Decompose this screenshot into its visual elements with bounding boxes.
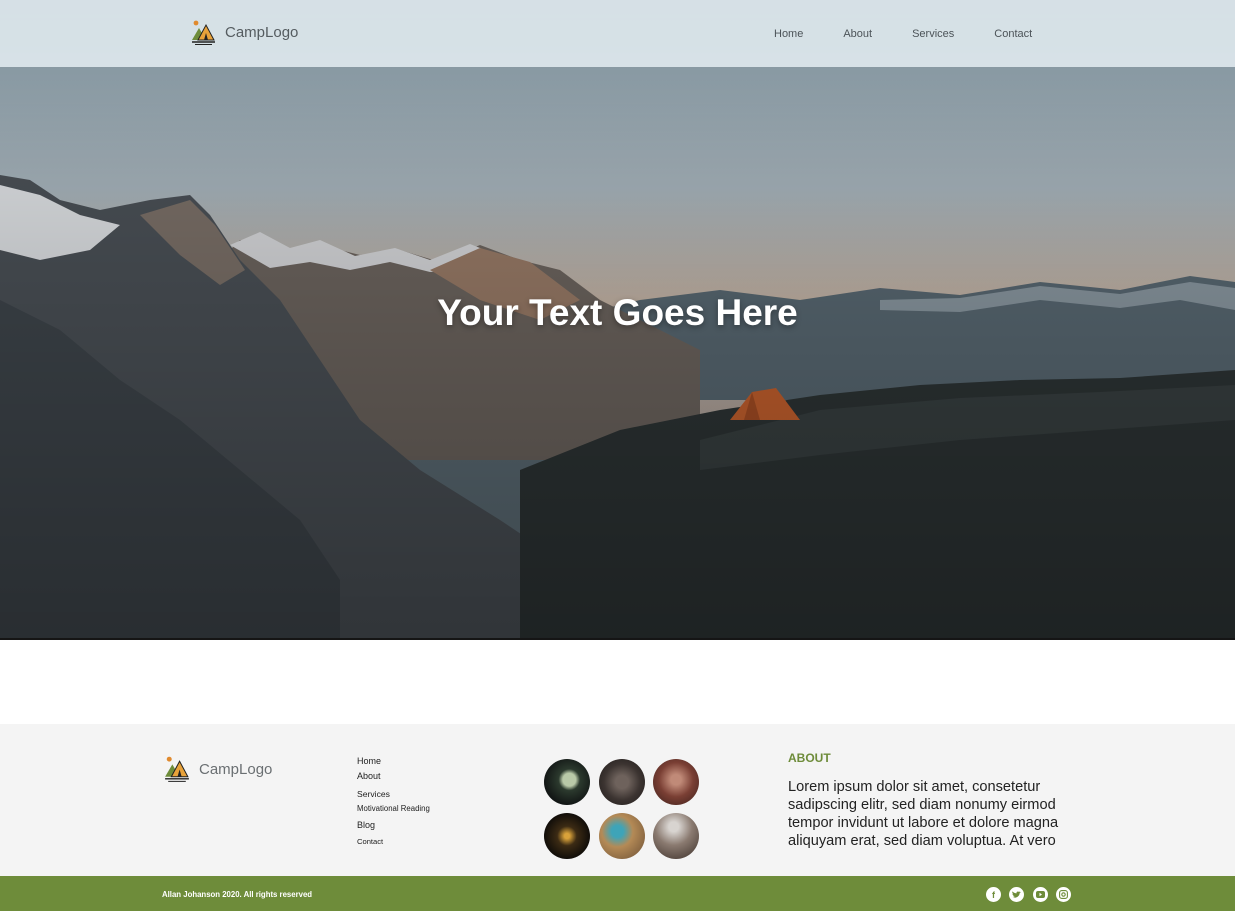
header-logo-text: CampLogo <box>225 24 299 41</box>
gallery-thumb[interactable] <box>653 813 699 859</box>
footer-about-text: Lorem ipsum dolor sit amet, consetetur s… <box>788 779 1059 849</box>
gallery-thumb[interactable] <box>653 759 699 805</box>
twitter-icon[interactable] <box>1009 887 1025 902</box>
nav-services-link[interactable]: Services <box>912 28 954 40</box>
nav-contact-link[interactable]: Contact <box>994 28 1032 40</box>
camp-logo-icon <box>165 756 189 782</box>
copyright-text: Allan Johanson 2020. All rights reserved <box>162 890 313 899</box>
footer-link-contact[interactable]: Contact <box>357 837 430 849</box>
gallery-thumb[interactable] <box>544 813 590 859</box>
gallery-thumb[interactable] <box>599 759 645 805</box>
footer-links: Home About Services Motivational Reading… <box>357 756 430 849</box>
nav-home-link[interactable]: Home <box>774 28 803 40</box>
hero-section: CampLogo Home About Services Contact You… <box>0 0 1235 640</box>
footer-logo[interactable]: CampLogo <box>162 754 272 784</box>
gallery-thumb[interactable] <box>599 813 645 859</box>
footer-logo-text: CampLogo <box>199 760 273 778</box>
facebook-icon[interactable]: f <box>986 887 1001 902</box>
footer-link-blog[interactable]: Blog <box>357 820 430 837</box>
footer-link-about[interactable]: About <box>357 771 430 789</box>
footer-about-heading: ABOUT <box>788 751 831 765</box>
youtube-icon[interactable] <box>1032 887 1048 902</box>
footer-link-home[interactable]: Home <box>357 756 430 771</box>
navigation-bar: CampLogo Home About Services Contact <box>0 0 1235 67</box>
footer: CampLogo Home About Services Motivationa… <box>0 724 1235 876</box>
nav-about-link[interactable]: About <box>843 28 872 40</box>
instagram-icon[interactable] <box>1055 887 1071 902</box>
social-links: f <box>986 887 1079 902</box>
footer-link-services[interactable]: Services <box>357 789 430 804</box>
footer-link-motivational-reading[interactable]: Motivational Reading <box>357 804 430 820</box>
hero-title: Your Text Goes Here <box>437 292 798 333</box>
main-nav: Home About Services Contact <box>774 0 1032 67</box>
content-spacer <box>0 640 1235 724</box>
camp-logo-icon <box>192 20 215 45</box>
header-logo[interactable]: CampLogo <box>189 18 298 47</box>
copyright-bar: Allan Johanson 2020. All rights reserved… <box>0 876 1235 911</box>
gallery-thumb[interactable] <box>544 759 590 805</box>
